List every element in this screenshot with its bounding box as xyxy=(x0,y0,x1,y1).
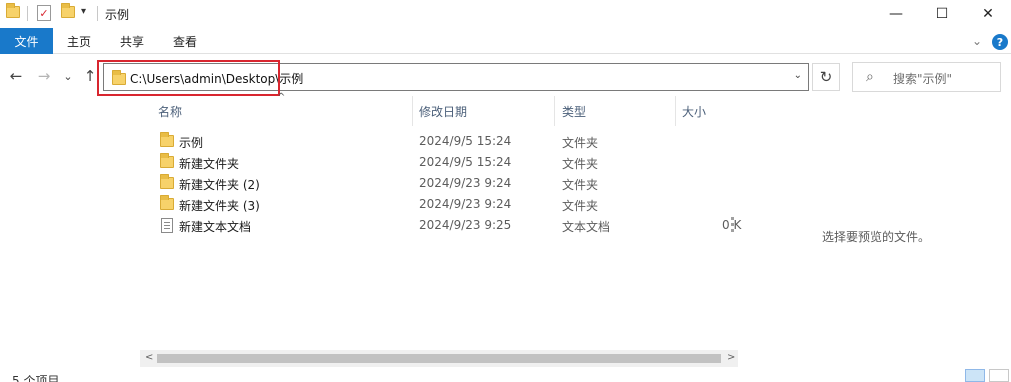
divider xyxy=(97,6,98,21)
column-header-name[interactable]: 名称 xyxy=(158,103,182,125)
tab-home[interactable]: 主页 xyxy=(60,28,98,54)
file-row[interactable]: 新建文件夹 (3) 2024/9/23 9:24 文件夹 xyxy=(140,194,738,215)
search-icon: ⌕ xyxy=(866,69,874,85)
customize-quick-access-icon[interactable]: ▾ xyxy=(81,6,86,17)
recent-locations-button[interactable]: ⌄ xyxy=(58,66,78,86)
properties-icon[interactable]: ✓ xyxy=(37,5,51,21)
column-header-date[interactable]: 修改日期 xyxy=(419,103,467,125)
resize-grip[interactable] xyxy=(731,217,737,233)
preview-message: 选择要预览的文件。 xyxy=(822,230,931,244)
file-row[interactable]: 新建文件夹 2024/9/5 15:24 文件夹 xyxy=(140,152,738,173)
column-divider[interactable] xyxy=(412,96,413,126)
help-icon[interactable]: ? xyxy=(992,34,1008,50)
file-name: 新建文件夹 (3) xyxy=(179,199,260,213)
refresh-button[interactable]: ↻ xyxy=(812,63,840,91)
column-header-type[interactable]: 类型 xyxy=(562,103,586,125)
text-document-icon xyxy=(161,218,173,233)
file-type: 文件夹 xyxy=(562,157,599,171)
file-name: 新建文件夹 (2) xyxy=(179,178,260,192)
file-row[interactable]: 示例 2024/9/5 15:24 文件夹 xyxy=(140,131,738,152)
file-list: ^ 名称 修改日期 类型 大小 示例 2024/9/5 15:24 文件夹 新建… xyxy=(140,92,741,368)
scrollbar-thumb[interactable] xyxy=(157,354,721,363)
chevron-down-icon[interactable]: ⌄ xyxy=(794,70,802,81)
file-type: 文本文档 xyxy=(562,220,611,234)
large-icons-view-button[interactable] xyxy=(989,369,1009,382)
folder-icon xyxy=(160,132,174,147)
tab-view[interactable]: 查看 xyxy=(166,28,204,54)
title-bar: ✓ ▾ 示例 — ☐ ✕ xyxy=(0,0,1011,28)
minimize-button[interactable]: — xyxy=(873,0,919,28)
tab-file[interactable]: 文件 xyxy=(0,28,53,54)
maximize-button[interactable]: ☐ xyxy=(919,0,965,28)
file-row[interactable]: 新建文本文档 2024/9/23 9:25 文本文档 0 K xyxy=(140,215,741,236)
column-divider[interactable] xyxy=(675,96,676,126)
window-title: 示例 xyxy=(105,8,130,22)
expand-ribbon-icon[interactable]: ⌄ xyxy=(972,34,982,48)
scroll-left-icon[interactable]: < xyxy=(145,352,153,363)
folder-icon xyxy=(160,195,174,210)
details-view-button[interactable] xyxy=(965,369,985,382)
address-path[interactable]: C:\Users\admin\Desktop\示例 xyxy=(130,70,303,87)
ribbon-tab-bar: 文件 主页 共享 查看 ⌄ ? xyxy=(0,28,1011,54)
close-button[interactable]: ✕ xyxy=(965,0,1011,28)
file-row[interactable]: 新建文件夹 (2) 2024/9/23 9:24 文件夹 xyxy=(140,173,738,194)
file-date: 2024/9/23 9:24 xyxy=(419,176,512,190)
file-date: 2024/9/5 15:24 xyxy=(419,134,512,148)
file-name: 新建文件夹 xyxy=(179,157,240,171)
up-button[interactable]: ↑ xyxy=(80,66,100,86)
folder-icon xyxy=(160,153,174,168)
file-type: 文件夹 xyxy=(562,199,599,213)
column-divider[interactable] xyxy=(554,96,555,126)
file-type: 文件夹 xyxy=(562,136,599,150)
file-name: 新建文本文档 xyxy=(179,220,252,234)
address-bar[interactable]: C:\Users\admin\Desktop\示例 ⌄ xyxy=(103,63,809,91)
sort-ascending-icon: ^ xyxy=(277,92,286,103)
file-name: 示例 xyxy=(179,136,204,150)
file-type: 文件夹 xyxy=(562,178,599,192)
folder-icon xyxy=(112,70,126,85)
back-button[interactable]: ← xyxy=(6,66,26,86)
tab-share[interactable]: 共享 xyxy=(113,28,151,54)
new-folder-icon[interactable] xyxy=(61,3,75,18)
scroll-right-icon[interactable]: > xyxy=(727,352,735,363)
divider xyxy=(27,6,28,21)
file-date: 2024/9/23 9:24 xyxy=(419,197,512,211)
folder-icon xyxy=(6,3,20,18)
file-date: 2024/9/5 15:24 xyxy=(419,155,512,169)
item-count: 5 个项目 xyxy=(12,374,60,382)
folder-icon xyxy=(160,174,174,189)
file-date: 2024/9/23 9:25 xyxy=(419,218,512,232)
search-input[interactable]: ⌕ 搜索"示例" xyxy=(852,62,1001,92)
column-header-size[interactable]: 大小 xyxy=(682,103,706,125)
forward-button[interactable]: → xyxy=(34,66,54,86)
horizontal-scrollbar[interactable]: < > xyxy=(140,350,738,367)
search-placeholder: 搜索"示例" xyxy=(893,72,953,86)
